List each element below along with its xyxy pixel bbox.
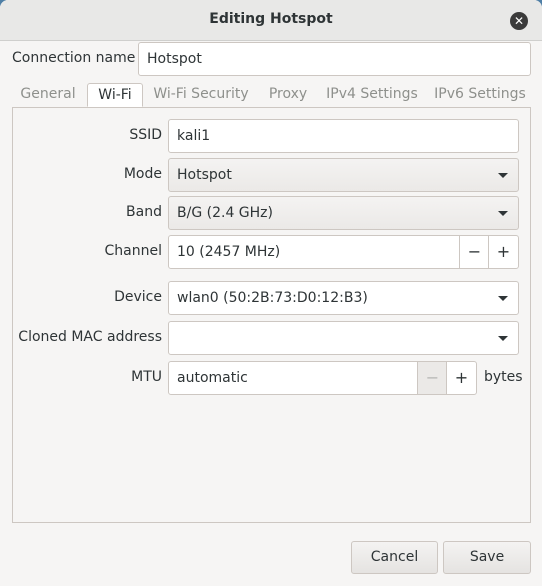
cancel-button[interactable]: Cancel xyxy=(351,541,438,574)
window-title: Editing Hotspot xyxy=(209,11,333,27)
chevron-down-icon xyxy=(498,211,508,216)
channel-value: 10 (2457 MHz) xyxy=(177,244,281,260)
chevron-down-icon xyxy=(498,336,508,341)
chevron-down-icon xyxy=(498,296,508,301)
mtu-value: automatic xyxy=(177,370,248,386)
channel-increment-button[interactable]: + xyxy=(488,236,518,268)
device-value: wlan0 (50:2B:73:D0:12:B3) xyxy=(177,290,368,306)
save-button[interactable]: Save xyxy=(443,541,531,574)
channel-label: Channel xyxy=(104,243,162,259)
mtu-decrement-button[interactable]: − xyxy=(417,362,447,394)
ssid-input[interactable]: kali1 xyxy=(168,119,519,153)
channel-spinbutton[interactable]: 10 (2457 MHz) − + xyxy=(168,235,519,269)
tab-proxy[interactable]: Proxy xyxy=(260,83,316,107)
mtu-label: MTU xyxy=(131,369,162,385)
editing-hotspot-dialog: Editing Hotspot ✕ Connection name Hotspo… xyxy=(0,0,542,586)
mode-label: Mode xyxy=(123,166,162,182)
tab-wifi[interactable]: Wi-Fi xyxy=(87,83,143,107)
channel-decrement-button[interactable]: − xyxy=(459,236,489,268)
cloned-mac-label: Cloned MAC address xyxy=(18,329,162,345)
connection-name-label: Connection name xyxy=(12,50,136,66)
connection-name-input[interactable]: Hotspot xyxy=(138,42,531,76)
mtu-unit-label: bytes xyxy=(484,369,523,385)
title-bar: Editing Hotspot ✕ xyxy=(0,0,542,41)
tab-ipv6-settings[interactable]: IPv6 Settings xyxy=(428,83,532,107)
device-combobox[interactable]: wlan0 (50:2B:73:D0:12:B3) xyxy=(168,281,519,315)
cloned-mac-combobox[interactable] xyxy=(168,321,519,355)
tab-ipv4-settings[interactable]: IPv4 Settings xyxy=(320,83,424,107)
tab-bar: General Wi-Fi Wi-Fi Security Proxy IPv4 … xyxy=(12,83,531,108)
close-icon[interactable]: ✕ xyxy=(510,12,528,30)
tab-wifi-security[interactable]: Wi-Fi Security xyxy=(146,83,256,107)
mtu-spinbutton[interactable]: automatic − + xyxy=(168,361,477,395)
band-label: Band xyxy=(126,204,162,220)
chevron-down-icon xyxy=(498,173,508,178)
mtu-increment-button[interactable]: + xyxy=(446,362,476,394)
ssid-label: SSID xyxy=(129,127,162,143)
band-value: B/G (2.4 GHz) xyxy=(177,205,273,221)
device-label: Device xyxy=(114,289,162,305)
mode-value: Hotspot xyxy=(177,167,232,183)
band-dropdown[interactable]: B/G (2.4 GHz) xyxy=(168,196,519,230)
tab-general[interactable]: General xyxy=(12,83,84,107)
mode-dropdown[interactable]: Hotspot xyxy=(168,158,519,192)
